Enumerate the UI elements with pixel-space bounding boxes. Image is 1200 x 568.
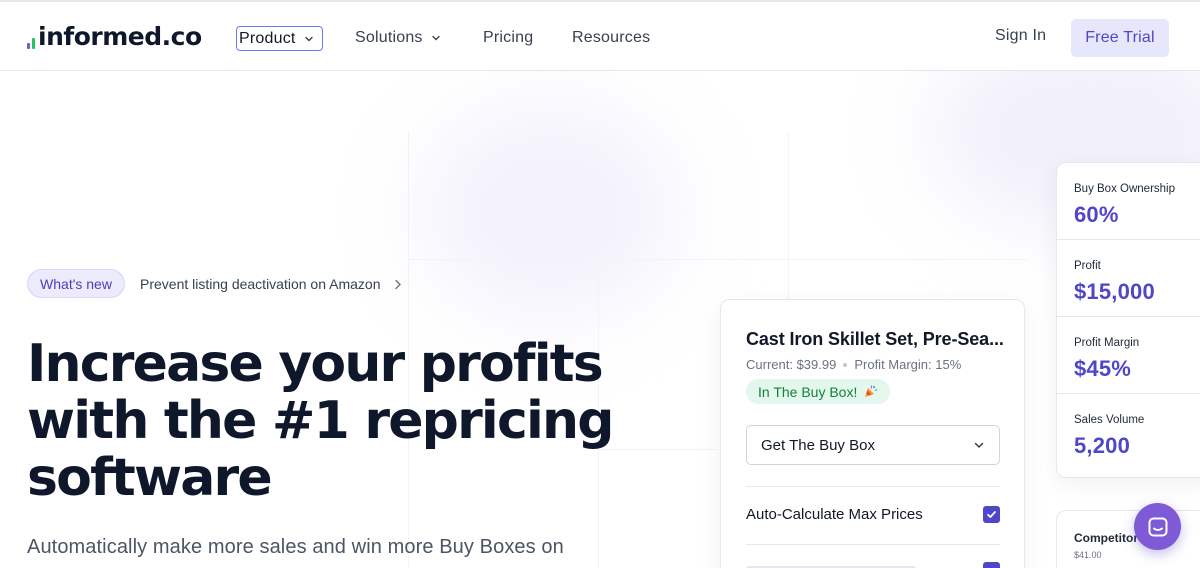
current-price: Current: $39.99 xyxy=(746,357,837,372)
stat-buy-box-ownership: Buy Box Ownership 60% xyxy=(1057,163,1200,240)
separator-dot xyxy=(843,362,848,367)
buy-box-badge-label: In The Buy Box! xyxy=(758,383,858,400)
stat-value: 5,200 xyxy=(1074,433,1131,458)
in-buy-box-badge: In The Buy Box! xyxy=(746,379,891,404)
hero-headline-line: with the #1 repricing xyxy=(27,391,614,451)
stat-value: $15,000 xyxy=(1074,279,1155,304)
nav-resources-label: Resources xyxy=(572,29,651,46)
competitor-price: $41.00 xyxy=(1074,550,1102,560)
sign-in-link[interactable]: Sign In xyxy=(995,27,1046,45)
party-popper-icon xyxy=(865,385,878,397)
nav-pricing-label: Pricing xyxy=(483,29,534,46)
hero-headline-line: software xyxy=(27,448,273,508)
stat-label: Profit Margin xyxy=(1074,337,1140,349)
stat-label: Profit xyxy=(1074,260,1101,272)
brand-logo[interactable]: informed.co xyxy=(27,21,202,53)
chevron-down-icon xyxy=(304,36,313,41)
next-option-checkbox[interactable] xyxy=(983,562,1000,568)
divider xyxy=(746,544,1000,545)
hero-glow xyxy=(420,101,680,321)
nav-solutions-label: Solutions xyxy=(355,29,423,46)
hero-headline-line: Increase your profits xyxy=(27,334,604,394)
auto-calculate-option[interactable]: Auto-Calculate Max Prices xyxy=(746,506,1000,523)
hero-headline: Increase your profits with the #1 repric… xyxy=(27,336,627,507)
nav-resources-link[interactable]: Resources xyxy=(572,26,650,50)
free-trial-button[interactable]: Free Trial xyxy=(1071,19,1169,57)
grid-line xyxy=(408,259,1028,260)
announcement-text: Prevent listing deactivation on Amazon xyxy=(140,276,381,292)
chat-bubble-icon xyxy=(1148,517,1167,536)
stat-value: 60% xyxy=(1074,202,1119,227)
chevron-down-icon xyxy=(431,35,440,41)
product-meta: Current: $39.99 Profit Margin: 15% xyxy=(746,357,961,372)
chevron-down-icon xyxy=(974,442,984,449)
top-navbar: informed.co Product Solutions Pricing Re… xyxy=(0,0,1200,71)
stats-panel: Buy Box Ownership 60% Profit $15,000 Pro… xyxy=(1056,162,1200,478)
nav-product-label: Product xyxy=(239,29,296,47)
chevron-right-icon xyxy=(395,279,402,289)
grid-line xyxy=(788,131,789,311)
nav-solutions-dropdown[interactable]: Solutions xyxy=(355,26,441,50)
nav-pricing-link[interactable]: Pricing xyxy=(483,26,533,50)
logo-bars-icon xyxy=(27,27,35,53)
auto-calculate-label: Auto-Calculate Max Prices xyxy=(746,506,923,523)
strategy-select[interactable]: Get The Buy Box xyxy=(746,425,1000,465)
divider xyxy=(746,486,1000,487)
chat-launcher-button[interactable] xyxy=(1134,503,1181,550)
stat-label: Buy Box Ownership xyxy=(1074,183,1175,195)
stat-sales-volume: Sales Volume 5,200 xyxy=(1057,394,1200,471)
check-icon xyxy=(987,511,996,518)
product-title: Cast Iron Skillet Set, Pre-Sea... xyxy=(746,329,1004,349)
stat-value: $45% xyxy=(1074,356,1132,381)
announcement-link[interactable]: Prevent listing deactivation on Amazon xyxy=(140,276,402,292)
competitor-label: Competitor xyxy=(1074,531,1138,545)
strategy-select-value: Get The Buy Box xyxy=(761,436,875,454)
stat-profit-margin: Profit Margin $45% xyxy=(1057,317,1200,394)
hero-subheadline: Automatically make more sales and win mo… xyxy=(27,536,564,558)
stat-label: Sales Volume xyxy=(1074,414,1145,426)
stat-profit: Profit $15,000 xyxy=(1057,240,1200,317)
profit-margin-text: Profit Margin: 15% xyxy=(854,357,962,372)
nav-product-dropdown[interactable]: Product xyxy=(236,26,323,51)
whats-new-badge[interactable]: What's new xyxy=(27,269,125,298)
auto-calculate-checkbox[interactable] xyxy=(983,506,1000,523)
product-repricing-card: Cast Iron Skillet Set, Pre-Sea... Curren… xyxy=(720,299,1025,568)
logo-text: informed.co xyxy=(38,22,202,51)
next-option-row[interactable] xyxy=(746,562,1000,568)
